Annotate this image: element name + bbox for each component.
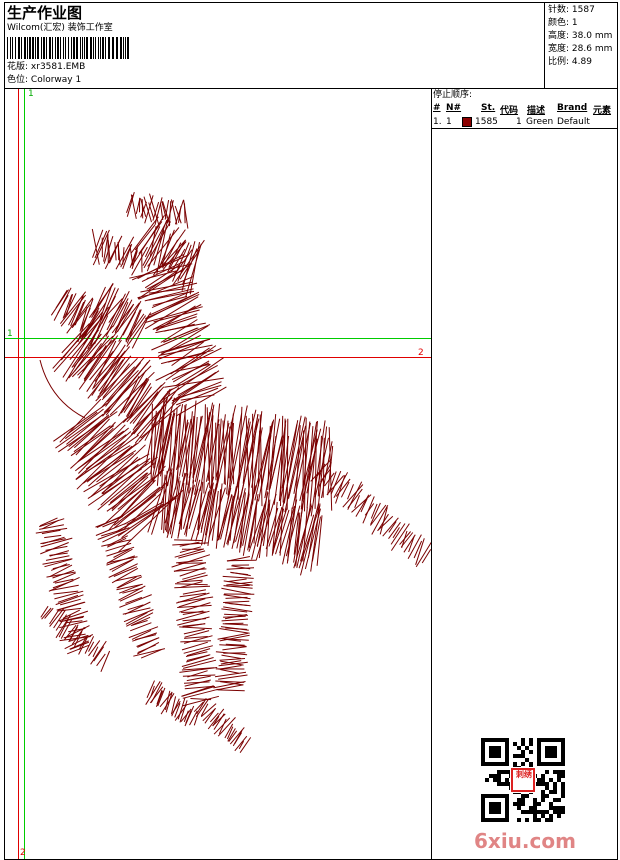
design-file: 花版: xr3581.EMB [7, 62, 85, 73]
design-label: 花版: [7, 62, 29, 72]
embroidery-horse-artwork [35, 191, 431, 753]
design-value: xr3581.EMB [30, 62, 86, 72]
stop-sequence-title: 停止顺序: [433, 90, 473, 100]
row-index: 1. [433, 117, 442, 127]
col-code: 代码 [500, 106, 519, 116]
barcode-image [7, 37, 129, 59]
col-n: N# [446, 103, 462, 113]
qr-code-image [481, 738, 565, 822]
stat-scale: 比例: 4.89 [548, 57, 592, 67]
colorway: 色位: Colorway 1 [7, 75, 81, 86]
row-desc: Green [526, 117, 554, 127]
stat-width: 宽度: 28.6 mm [548, 44, 613, 54]
row-stitches: 1585 [475, 117, 498, 127]
page-title: 生产作业图 [7, 4, 83, 22]
row-brand: Default [557, 117, 590, 127]
row-n: 1 [446, 117, 452, 127]
col-hash: # [433, 103, 441, 113]
company-name: Wilcom(汇宏) 装饰工作室 [7, 23, 113, 33]
stat-stitches: 针数: 1587 [548, 5, 595, 15]
thread-color-swatch [462, 117, 472, 127]
row-code: 1 [516, 117, 522, 127]
watermark-site: 6xiu.com [474, 829, 576, 853]
colorway-value: Colorway 1 [30, 75, 82, 85]
col-desc: 描述 [527, 106, 546, 116]
stat-colors: 颜色: 1 [548, 18, 578, 28]
stats-panel: 针数: 1587 颜色: 1 高度: 38.0 mm 宽度: 28.6 mm 比… [548, 4, 612, 69]
col-brand: Brand [557, 103, 588, 113]
col-element: 元素 [593, 106, 612, 116]
stat-height: 高度: 38.0 mm [548, 31, 613, 41]
colorway-label: 色位: [7, 75, 29, 85]
panel-divider [431, 128, 618, 129]
stamp-logo: 刺绣 [516, 770, 532, 779]
col-st: St. [481, 103, 496, 113]
